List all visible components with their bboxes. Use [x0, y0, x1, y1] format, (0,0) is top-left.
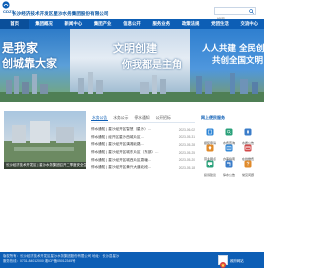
site-footer: 版权所有：长沙经济技术开发区星沙水务集团股份有限公司 地址：长沙县星沙 服务热线…	[0, 252, 264, 268]
emblem-icon	[220, 262, 226, 268]
logo-icon[interactable]	[2, 1, 10, 9]
location-icon	[206, 144, 214, 152]
service-bill-query[interactable]: 水费查询	[220, 123, 238, 145]
site-header: CDZS 长沙经济技术开发区星沙水务集团股份有限公司	[0, 0, 264, 23]
news-list: 停水通知 | 星沙经开区智慧（星沙）… 2023-06-02 停水通知 | 经开…	[91, 126, 195, 172]
list-item[interactable]: 停水通知 | 星沙经开区漓湘北路… 2023-05-28	[91, 141, 195, 149]
nav-item-industry[interactable]: 集团产业	[88, 19, 117, 29]
service-label: 停水公告	[222, 173, 235, 177]
nav-item-overview[interactable]: 集团概况	[29, 19, 58, 29]
tab-water-publicity[interactable]: 水务公示	[112, 115, 129, 121]
main-content: 长沙经济技术开发区 | 星沙水务集团召开二季度安全生产… 水务公告 水务公示 停…	[0, 102, 264, 268]
news-item-title[interactable]: 停水通知 | 星沙经开区漓湘北路…	[91, 142, 167, 147]
footer-contact: 服务热线：0731-84012000 湘ICP备05012345号	[3, 259, 76, 263]
news-tabs: 水务公告 水务公示 停水通知 公开招标	[91, 115, 172, 121]
document-icon	[206, 128, 214, 136]
online-services: 网上便民服务 报装申请 水费查询 水质公告 营业网点 办事指南 在线缴费 投诉建…	[201, 115, 259, 177]
tap-icon	[225, 160, 233, 168]
list-item[interactable]: 停水通知 | 星沙经开区智慧（星沙）… 2023-06-02	[91, 126, 195, 134]
banner-slogan-right-1: 人人共建 全民创	[202, 44, 264, 54]
search-icon[interactable]	[249, 9, 254, 14]
list-item[interactable]: 停水通知 | 星沙经开区城东片区（东部）… 2023-05-25	[91, 149, 195, 157]
nav-item-disclosure[interactable]: 信息公开	[117, 19, 146, 29]
banner-slogan-mid-1: 文明创建	[113, 42, 157, 55]
list-item[interactable]: 停水通知 | 星沙经开区城西片区泉塘… 2023-05-20	[91, 156, 195, 164]
banner-slogan-left-1: 是我家	[2, 41, 39, 55]
service-payment[interactable]: 在线缴费	[239, 139, 257, 161]
search-icon	[225, 128, 233, 136]
site-title[interactable]: 长沙经济技术开发区星沙水务集团股份有限公司	[12, 11, 108, 17]
news-item-title[interactable]: 停水通知 | 经开区星沙西城片区…	[91, 135, 167, 140]
news-item-date: 2023-05-18	[178, 165, 195, 170]
tab-water-notice[interactable]: 水务公告	[91, 115, 109, 121]
question-icon	[244, 160, 252, 168]
hero-banner[interactable]: 是我家 创城靠大家 文明创建 你我都是主角 人人共建 全民创 共创全国文明	[0, 29, 264, 102]
service-complaint[interactable]: 投诉建议	[201, 155, 219, 177]
news-item-date: 2023-05-25	[178, 150, 195, 155]
news-item-date: 2023-05-28	[178, 142, 195, 147]
news-item-date: 2023-06-02	[178, 127, 195, 132]
city-skyline-image	[0, 72, 264, 102]
search-box	[214, 7, 256, 23]
news-item-title[interactable]: 停水通知 | 星沙经开区城西片区泉塘…	[91, 158, 167, 163]
news-photo-image	[4, 121, 86, 162]
service-apply[interactable]: 报装申请	[201, 123, 219, 145]
services-title: 网上便民服务	[201, 115, 225, 120]
main-nav: 首页 集团概况 新闻中心 集团产业 信息公开 服务业务 政策法规 党团生活 交流…	[0, 19, 264, 29]
government-site-label[interactable]: 政府网站	[230, 258, 244, 263]
droplet-icon	[244, 128, 252, 136]
tab-public-tender[interactable]: 公开招标	[155, 115, 172, 121]
list-item[interactable]: 停水通知 | 经开区星沙西城片区… 2023-05-31	[91, 134, 195, 142]
service-faq[interactable]: 常见问题	[239, 155, 257, 177]
nav-item-exchange[interactable]: 交流中心	[235, 19, 264, 29]
nav-item-news[interactable]: 新闻中心	[59, 19, 88, 29]
news-item-date: 2023-05-20	[178, 158, 195, 163]
list-item[interactable]: 停水通知 | 星沙经开区黄兴大道北段… 2023-05-18	[91, 164, 195, 172]
service-label: 投诉建议	[203, 173, 216, 177]
nav-item-party[interactable]: 党团生活	[205, 19, 234, 29]
card-icon	[244, 144, 252, 152]
banner-slogan-mid-2: 你我都是主角	[122, 60, 182, 71]
nav-item-home[interactable]: 首页	[0, 19, 30, 29]
chat-icon	[206, 160, 214, 168]
service-guide[interactable]: 办事指南	[220, 139, 238, 161]
services-grid: 报装申请 水费查询 水质公告 营业网点 办事指南 在线缴费 投诉建议 停水公告 …	[201, 123, 259, 177]
news-item-date: 2023-05-31	[178, 135, 195, 140]
government-site-badge-icon[interactable]	[218, 255, 228, 268]
book-icon	[225, 144, 233, 152]
news-photo[interactable]: 长沙经济技术开发区 | 星沙水务集团召开二季度安全生产…	[4, 111, 86, 169]
news-item-title[interactable]: 停水通知 | 星沙经开区黄兴大道北段…	[91, 165, 167, 170]
tabs-divider	[91, 122, 195, 123]
service-label: 常见问题	[241, 173, 254, 177]
news-item-title[interactable]: 停水通知 | 星沙经开区城东片区（东部）…	[91, 150, 167, 155]
news-item-title[interactable]: 停水通知 | 星沙经开区智慧（星沙）…	[91, 127, 167, 132]
service-outage[interactable]: 停水公告	[220, 155, 238, 177]
news-photo-caption[interactable]: 长沙经济技术开发区 | 星沙水务集团召开二季度安全生产…	[4, 162, 86, 169]
banner-slogan-left-2: 创城靠大家	[2, 57, 57, 70]
service-water-quality[interactable]: 水质公告	[239, 123, 257, 145]
service-branches[interactable]: 营业网点	[201, 139, 219, 161]
tab-outage-notice[interactable]: 停水通知	[133, 115, 150, 121]
nav-item-policy[interactable]: 政策法规	[176, 19, 205, 29]
nav-item-services[interactable]: 服务业务	[147, 19, 176, 29]
banner-slogan-right-2: 共创全国文明	[212, 56, 264, 66]
